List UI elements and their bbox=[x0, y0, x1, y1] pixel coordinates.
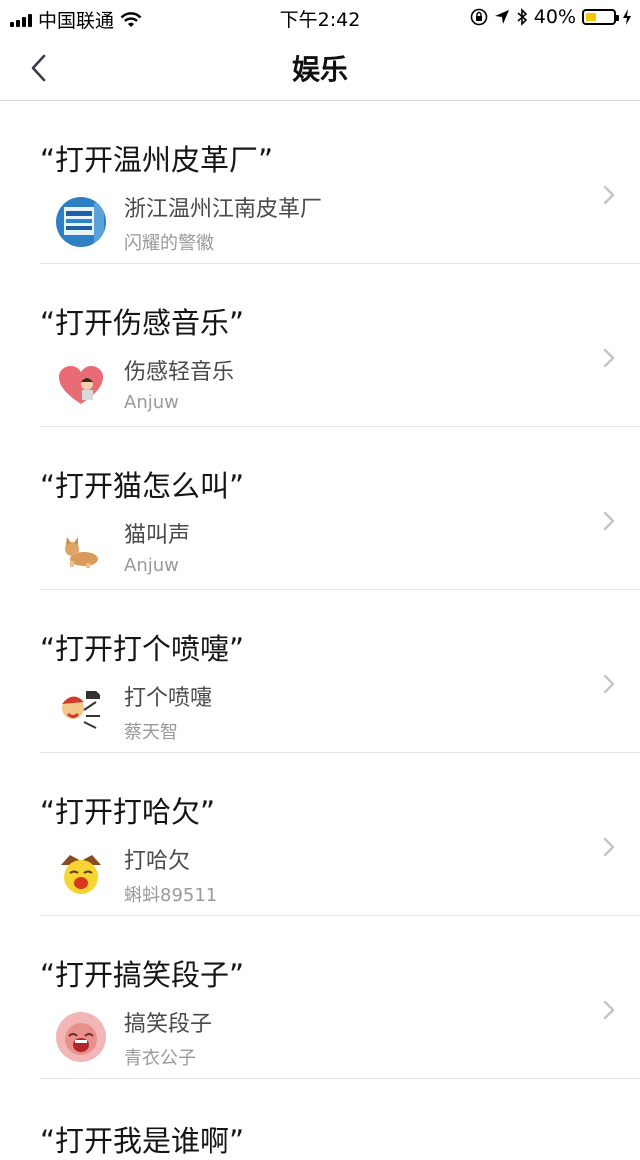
chevron-right-icon bbox=[603, 837, 615, 857]
skill-name: 伤感轻音乐 bbox=[124, 360, 235, 385]
chevron-right-icon bbox=[603, 185, 615, 205]
avatar bbox=[56, 1012, 106, 1062]
avatar bbox=[56, 360, 106, 410]
list-item[interactable]: “打开搞笑段子” 搞笑段子 青衣公子 bbox=[0, 916, 640, 1079]
chevron-right-icon bbox=[603, 1000, 615, 1020]
voice-command-partial[interactable]: “打开我是谁啊” bbox=[40, 1118, 244, 1160]
avatar bbox=[56, 523, 106, 573]
chevron-right-icon bbox=[603, 674, 615, 694]
list-item[interactable]: “打开温州皮革厂” 浙江温州江南皮革厂 闪耀的警徽 bbox=[0, 101, 640, 264]
location-icon bbox=[494, 10, 509, 24]
skill-author: 蝌蚪89511 bbox=[124, 885, 218, 906]
skill-author: 闪耀的警徽 bbox=[124, 233, 214, 254]
list-item[interactable]: “打开伤感音乐” 伤感轻音乐 Anjuw bbox=[0, 264, 640, 427]
nav-bar: 娱乐 bbox=[0, 34, 640, 101]
skill-name: 打哈欠 bbox=[124, 849, 191, 874]
avatar bbox=[56, 197, 106, 247]
battery-level bbox=[586, 13, 596, 21]
battery-percent: 40% bbox=[533, 6, 576, 28]
status-right: 40% bbox=[470, 6, 632, 28]
skill-name: 猫叫声 bbox=[124, 523, 191, 548]
page-title: 娱乐 bbox=[291, 53, 348, 86]
chevron-right-icon bbox=[603, 348, 615, 368]
divider bbox=[40, 1078, 640, 1079]
avatar bbox=[56, 686, 106, 736]
skill-author: 青衣公子 bbox=[124, 1048, 196, 1069]
voice-command: “打开打哈欠” bbox=[40, 795, 216, 829]
chevron-right-icon bbox=[603, 511, 615, 531]
skill-list: “打开温州皮革厂” 浙江温州江南皮革厂 闪耀的警徽 “打开伤感音乐” 伤感轻音乐… bbox=[0, 101, 640, 1079]
voice-command: “打开打个喷嚏” bbox=[40, 632, 245, 666]
skill-name: 搞笑段子 bbox=[124, 1012, 213, 1037]
skill-author: Anjuw bbox=[124, 392, 179, 413]
skill-name: 打个喷嚏 bbox=[124, 686, 213, 711]
skill-author: 蔡天智 bbox=[124, 722, 178, 743]
bluetooth-icon bbox=[517, 8, 527, 26]
voice-command: “打开伤感音乐” bbox=[40, 306, 245, 340]
voice-command: “打开温州皮革厂” bbox=[40, 143, 274, 177]
list-item[interactable]: “打开打个喷嚏” 打个喷嚏 蔡天智 bbox=[0, 590, 640, 753]
voice-command: “打开搞笑段子” bbox=[40, 958, 245, 992]
battery-icon bbox=[582, 9, 619, 25]
avatar bbox=[56, 849, 106, 899]
status-bar: 中国联通 下午2:42 40% bbox=[0, 0, 640, 34]
voice-command: “打开猫怎么叫” bbox=[40, 469, 245, 503]
charging-icon bbox=[623, 9, 631, 25]
list-item[interactable]: “打开猫怎么叫” 猫叫声 Anjuw bbox=[0, 427, 640, 590]
skill-name: 浙江温州江南皮革厂 bbox=[124, 197, 323, 222]
list-item[interactable]: “打开打哈欠” 打哈欠 蝌蚪89511 bbox=[0, 753, 640, 916]
skill-author: Anjuw bbox=[124, 555, 179, 576]
orientation-lock-icon bbox=[470, 8, 488, 26]
